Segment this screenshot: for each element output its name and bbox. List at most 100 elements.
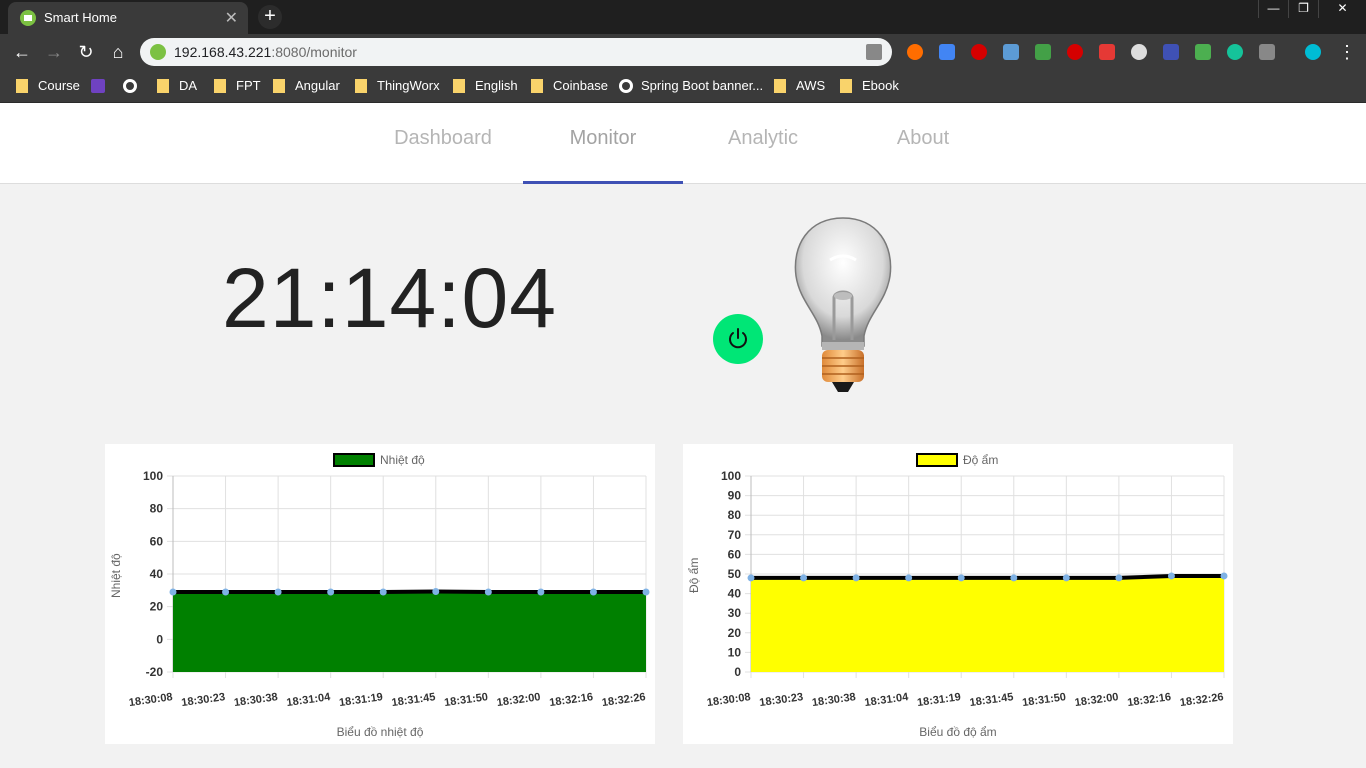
tab-about[interactable]: About xyxy=(843,127,1003,161)
y-tick-label: 40 xyxy=(150,567,164,581)
y-tick-label: 60 xyxy=(150,534,164,548)
x-tick-label: 18:32:16 xyxy=(549,691,594,709)
x-tick-label: 18:31:50 xyxy=(443,691,488,709)
browser-tab[interactable]: Smart Home ✕ xyxy=(8,2,248,34)
extension-grammarly-icon[interactable] xyxy=(1227,44,1243,60)
active-tab-indicator xyxy=(523,181,683,184)
data-point xyxy=(222,588,230,596)
series-area xyxy=(751,575,1224,672)
folder-icon xyxy=(273,79,285,93)
extension-calendar-icon[interactable] xyxy=(1163,44,1179,60)
extension-grid-icon[interactable] xyxy=(1003,44,1019,60)
bookmark-ebook[interactable]: Ebook xyxy=(840,77,899,95)
bookmark-label: Course xyxy=(38,78,80,93)
y-tick-label: 100 xyxy=(721,469,741,483)
x-tick-label: 18:31:04 xyxy=(864,691,910,709)
browser-toolbar: ← → ↻ ⌂ 192.168.43.221:8080/monitor ⋮ xyxy=(0,34,1366,70)
data-point xyxy=(484,588,492,596)
back-icon[interactable]: ← xyxy=(10,40,34,64)
forward-icon[interactable]: → xyxy=(42,40,66,64)
x-tick-label: 18:32:26 xyxy=(1179,691,1224,709)
home-favicon-icon xyxy=(20,10,36,26)
digital-clock: 21:14:04 xyxy=(222,251,557,345)
data-point xyxy=(852,574,860,582)
browser-menu-icon[interactable]: ⋮ xyxy=(1338,40,1356,64)
folder-icon xyxy=(774,79,786,93)
x-tick-label: 18:30:23 xyxy=(181,691,226,709)
extension-pen-icon[interactable] xyxy=(1195,44,1211,60)
site-info-icon[interactable] xyxy=(150,44,166,60)
extension-translate-icon[interactable] xyxy=(939,44,955,60)
humidity-chart: 100908070605040302010018:30:08 18:30:23 18… xyxy=(706,469,1228,709)
bookmark-globe[interactable] xyxy=(123,77,145,95)
x-tick-label: 18:30:23 xyxy=(759,691,804,709)
series-line xyxy=(751,573,1224,580)
data-point xyxy=(957,574,965,582)
close-tab-icon[interactable]: ✕ xyxy=(225,8,238,28)
y-tick-label: 20 xyxy=(728,626,742,640)
restore-icon[interactable]: ❐ xyxy=(1288,0,1318,18)
close-window-icon[interactable]: ✕ xyxy=(1318,0,1366,18)
extension-pin-icon[interactable] xyxy=(1099,44,1115,60)
translate-icon[interactable] xyxy=(866,44,882,60)
bookmark-label: Ebook xyxy=(862,78,899,93)
globe-icon xyxy=(619,79,633,93)
extension-infinity-icon[interactable] xyxy=(907,44,923,60)
bookmark-label: ThingWorx xyxy=(377,78,440,93)
humidity-x-title: Biểu đồ độ ẩm xyxy=(919,725,997,739)
bookmark-fpt[interactable]: FPT xyxy=(214,77,261,95)
reload-icon[interactable]: ↻ xyxy=(74,40,98,64)
new-tab-button[interactable]: + xyxy=(258,5,282,29)
tab-dashboard[interactable]: Dashboard xyxy=(363,127,523,161)
bookmark-angular[interactable]: Angular xyxy=(273,77,340,95)
y-tick-label: 0 xyxy=(156,632,163,646)
bookmark-english[interactable]: English xyxy=(453,77,518,95)
bookmark-list[interactable] xyxy=(91,77,105,95)
bookmark-label: Spring Boot banner... xyxy=(641,78,764,93)
extension-block-icon[interactable] xyxy=(971,44,987,60)
data-point xyxy=(747,574,755,582)
data-point xyxy=(1167,572,1175,580)
light-bulb-icon xyxy=(778,210,908,405)
tab-analytic[interactable]: Analytic xyxy=(683,127,843,161)
bookmark-aws[interactable]: AWS xyxy=(774,77,825,95)
window-controls: — ❐ ✕ xyxy=(1258,0,1366,18)
bookmark-da[interactable]: DA xyxy=(157,77,197,95)
x-tick-label: 18:30:38 xyxy=(233,691,278,709)
folder-icon xyxy=(531,79,543,93)
minimize-icon[interactable]: — xyxy=(1258,0,1288,18)
address-bar[interactable]: 192.168.43.221:8080/monitor xyxy=(140,38,892,66)
extension-sync-icon[interactable] xyxy=(1305,44,1321,60)
data-point xyxy=(800,574,808,582)
x-tick-label: 18:30:08 xyxy=(706,691,751,709)
data-point xyxy=(1220,572,1228,580)
x-tick-label: 18:32:26 xyxy=(601,691,646,709)
tab-title: Smart Home xyxy=(44,10,117,25)
bookmark-spring-boot[interactable]: Spring Boot banner... xyxy=(619,77,763,95)
humidity-y-axis-title: Độ ẩm xyxy=(687,557,701,593)
url-text[interactable]: 192.168.43.221:8080/monitor xyxy=(174,44,357,60)
power-button[interactable] xyxy=(713,314,763,364)
y-tick-label: 60 xyxy=(728,547,742,561)
data-point xyxy=(589,588,597,596)
browser-titlebar: Smart Home ✕ + — ❐ ✕ xyxy=(0,0,1366,34)
extension-code-icon[interactable] xyxy=(1259,44,1275,60)
y-tick-label: 90 xyxy=(728,489,742,503)
extension-adblock-icon[interactable] xyxy=(1067,44,1083,60)
y-tick-label: 10 xyxy=(728,645,742,659)
extension-record-icon[interactable] xyxy=(1131,44,1147,60)
data-point xyxy=(1062,574,1070,582)
temperature-x-title: Biểu đồ nhiệt độ xyxy=(336,725,424,739)
bookmark-thingworx[interactable]: ThingWorx xyxy=(355,77,440,95)
folder-icon xyxy=(355,79,367,93)
folder-icon xyxy=(214,79,226,93)
bookmark-course[interactable]: Course xyxy=(16,77,80,95)
y-tick-label: -20 xyxy=(146,665,164,679)
bookmark-label: Angular xyxy=(295,78,340,93)
data-point xyxy=(1010,574,1018,582)
tab-monitor[interactable]: Monitor xyxy=(523,127,683,161)
y-tick-label: 0 xyxy=(734,665,741,679)
bookmark-coinbase[interactable]: Coinbase xyxy=(531,77,608,95)
home-icon[interactable]: ⌂ xyxy=(106,40,130,64)
extension-color-icon[interactable] xyxy=(1035,44,1051,60)
